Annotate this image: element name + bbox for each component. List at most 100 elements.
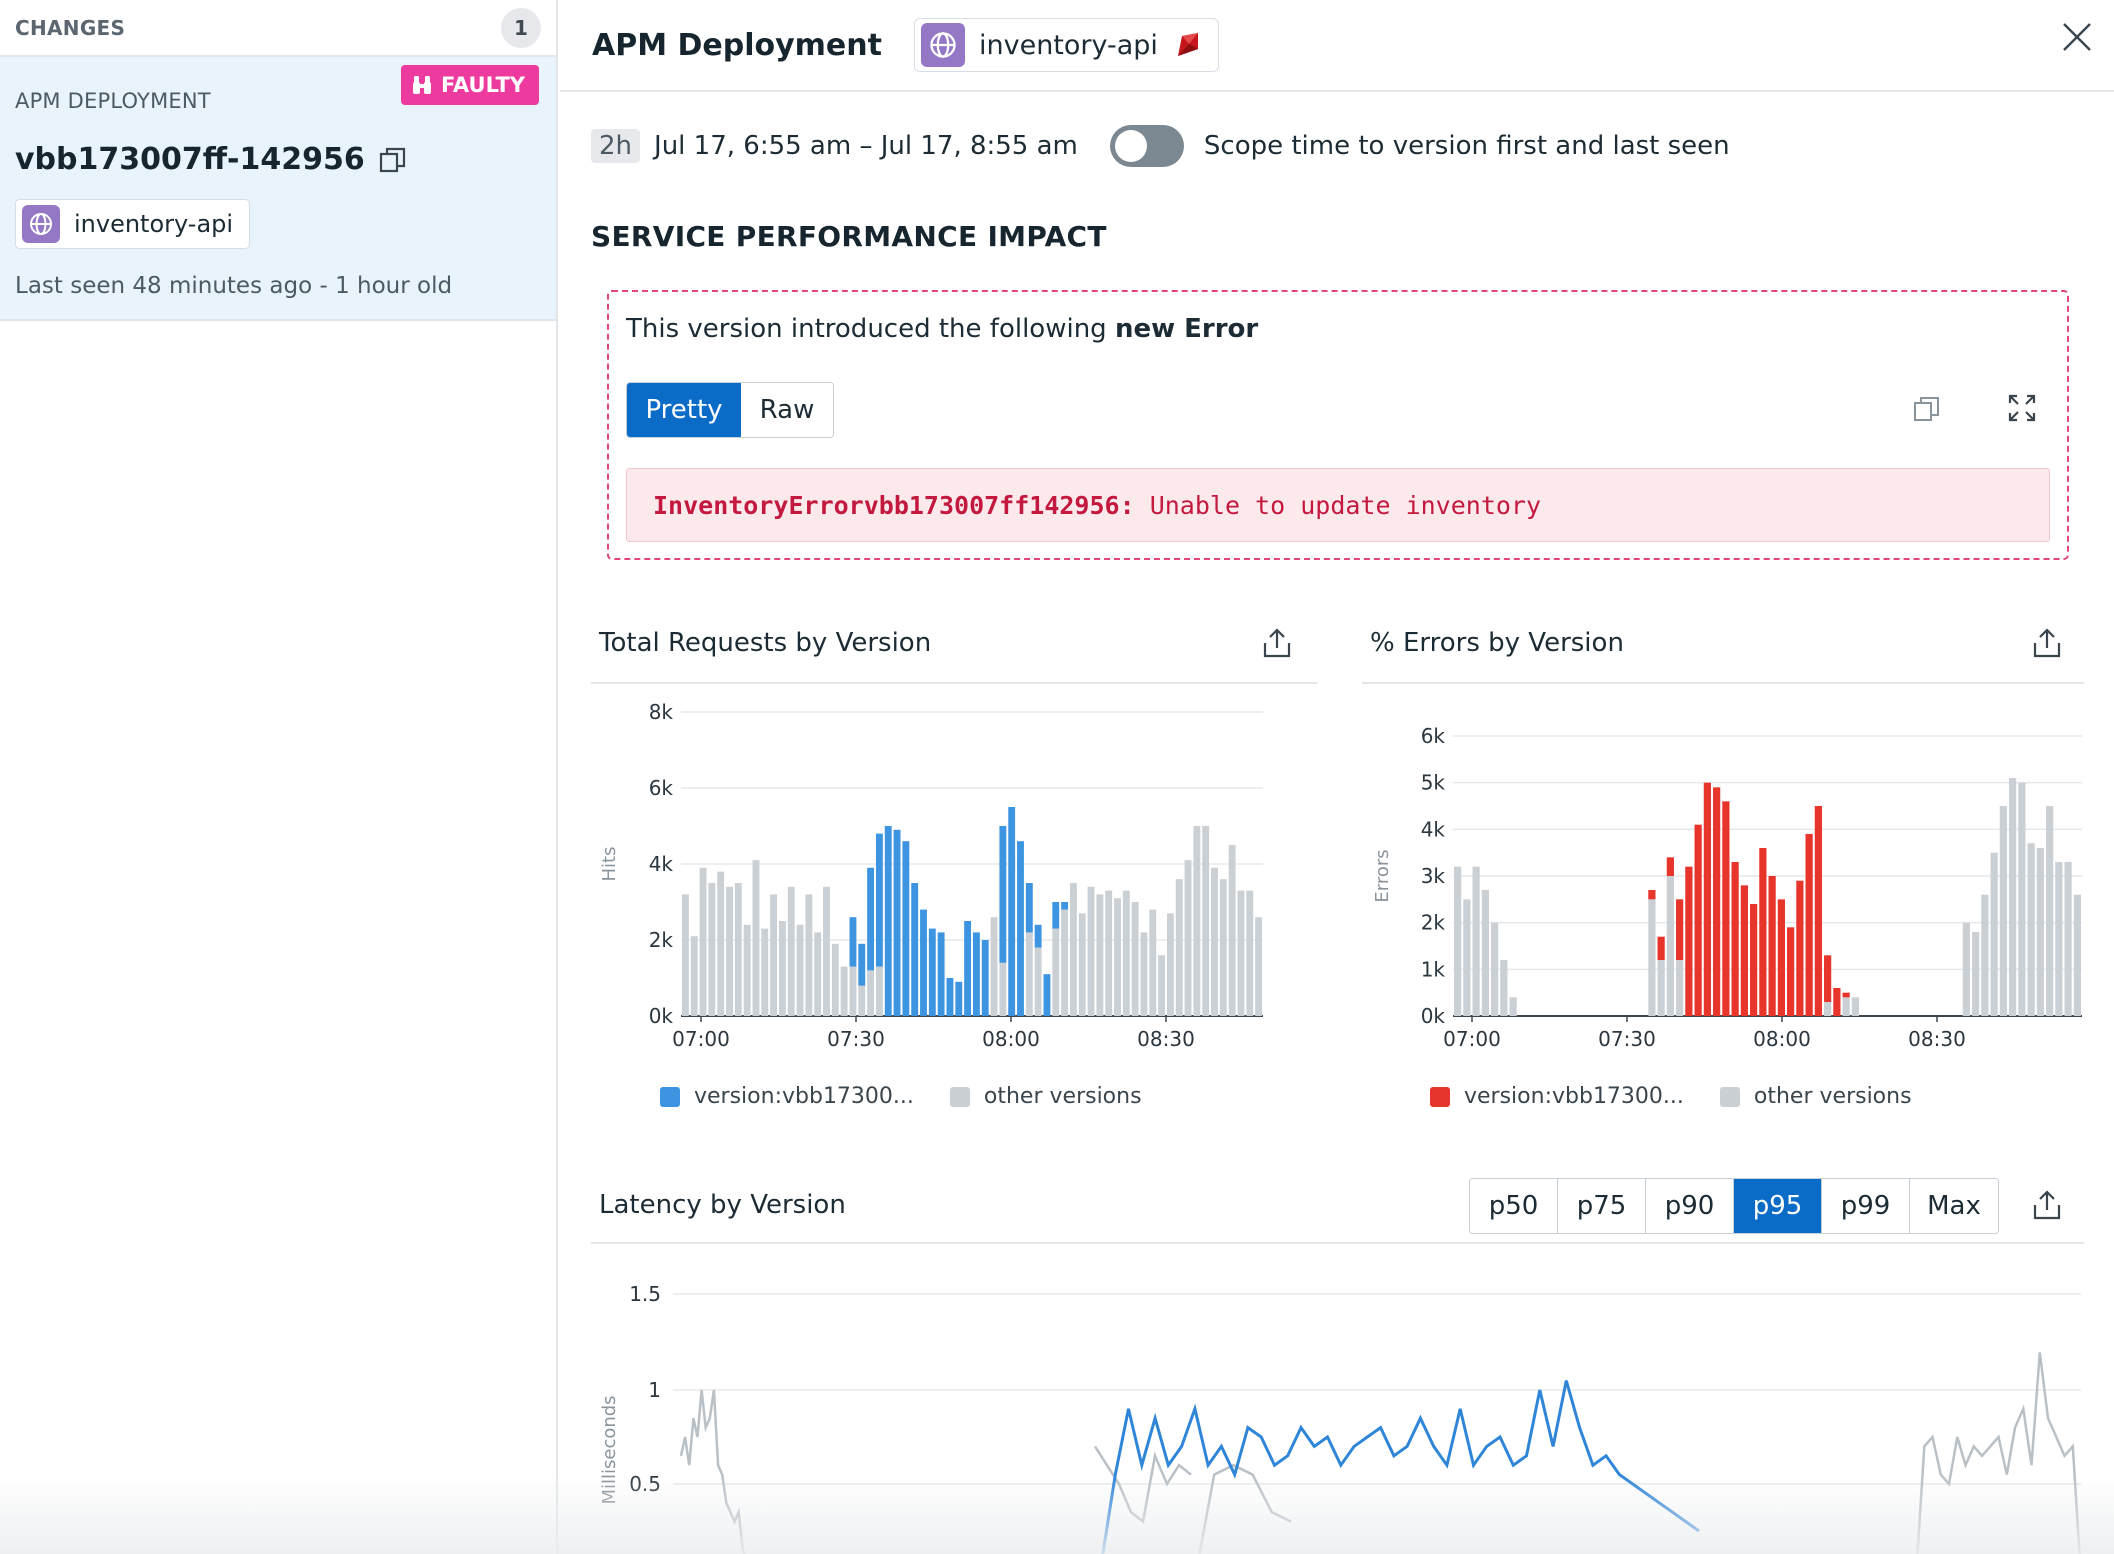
bar-version xyxy=(893,829,901,1016)
bar-version xyxy=(1061,902,1069,910)
binoculars-icon xyxy=(412,76,431,94)
export-icon[interactable] xyxy=(1262,627,1292,659)
tab-pretty[interactable]: Pretty xyxy=(627,383,741,437)
bar-other-versions xyxy=(2036,848,2044,1016)
bar-version xyxy=(858,943,866,986)
legend-swatch xyxy=(660,1086,680,1107)
bar-other-versions xyxy=(761,928,769,1016)
bar-other-versions xyxy=(1237,890,1245,1016)
bar-version xyxy=(955,981,963,1016)
copy-icon[interactable] xyxy=(1913,395,1941,423)
y-tick-label: 0k xyxy=(649,1004,674,1028)
x-tick-label: 07:00 xyxy=(672,1027,730,1051)
bar-other-versions xyxy=(2073,894,2081,1016)
x-tick-label: 08:30 xyxy=(1137,1027,1195,1051)
bar-other-versions xyxy=(1034,947,1042,1016)
legend-label: other versions xyxy=(1753,1084,1912,1109)
bar-other-versions xyxy=(1122,890,1130,1016)
copy-icon[interactable] xyxy=(379,146,407,174)
bar-other-versions xyxy=(717,871,725,1016)
expand-icon[interactable] xyxy=(2007,393,2037,423)
bar-other-versions xyxy=(1166,913,1174,1016)
bar-other-versions xyxy=(681,894,689,1016)
y-axis-label: Milliseconds xyxy=(599,1395,620,1504)
legend-label: version:vbb17300... xyxy=(1464,1084,1684,1109)
bar-version xyxy=(1657,936,1665,960)
bar-other-versions xyxy=(2018,782,2026,1016)
bar-other-versions xyxy=(1078,913,1086,1016)
percentile-p99[interactable]: p99 xyxy=(1822,1179,1910,1233)
requests-divider xyxy=(591,682,1317,684)
bar-version xyxy=(1025,883,1033,933)
bar-version xyxy=(1052,902,1060,929)
percentile-p95[interactable]: p95 xyxy=(1734,1179,1822,1233)
y-tick-label: 1k xyxy=(1421,957,1446,981)
bar-other-versions xyxy=(1999,806,2007,1016)
bar-version xyxy=(999,826,1007,963)
y-axis-label: Errors xyxy=(1372,849,1393,902)
header-service-chip[interactable]: inventory-api xyxy=(913,18,1219,72)
bar-other-versions xyxy=(2046,806,2054,1016)
percentile-p75[interactable]: p75 xyxy=(1558,1179,1646,1233)
x-tick-label: 07:00 xyxy=(1443,1027,1501,1051)
deployment-card[interactable]: APM DEPLOYMENT FAULTY vbb173007ff-142956 xyxy=(0,57,556,321)
bar-other-versions xyxy=(770,894,778,1016)
export-icon[interactable] xyxy=(2032,627,2062,659)
bar-version xyxy=(1740,885,1748,1016)
latency-divider xyxy=(591,1242,2084,1244)
bar-other-versions xyxy=(1193,826,1201,1016)
bar-other-versions xyxy=(1676,960,1684,1016)
bar-other-versions xyxy=(1463,899,1471,1016)
bar-version xyxy=(849,917,857,967)
bar-version xyxy=(1824,955,1832,1002)
header-service-name: inventory-api xyxy=(978,29,1158,61)
bar-other-versions xyxy=(858,985,866,1016)
bar-other-versions xyxy=(1061,909,1069,1016)
bar-other-versions xyxy=(1491,922,1499,1016)
close-icon[interactable] xyxy=(2060,20,2094,54)
bar-other-versions xyxy=(990,917,998,1016)
bar-other-versions xyxy=(1255,917,1263,1016)
time-range-pill[interactable]: 2h xyxy=(591,129,641,163)
legend-item-version[interactable]: version:vbb17300... xyxy=(660,1084,914,1109)
percentile-p90[interactable]: p90 xyxy=(1646,1179,1734,1233)
legend-item-other[interactable]: other versions xyxy=(949,1084,1142,1109)
bar-version xyxy=(1805,834,1813,1016)
bar-other-versions xyxy=(1500,960,1508,1016)
service-chip[interactable]: inventory-api xyxy=(15,199,251,249)
legend-swatch xyxy=(1430,1086,1450,1107)
tab-raw[interactable]: Raw xyxy=(741,383,833,437)
legend-item-version[interactable]: version:vbb17300... xyxy=(1430,1084,1684,1109)
changes-panel: CHANGES 1 APM DEPLOYMENT FAULTY vbb17300… xyxy=(0,0,558,1554)
bar-other-versions xyxy=(1454,866,1462,1016)
bar-other-versions xyxy=(1158,955,1166,1016)
bar-other-versions xyxy=(1202,826,1210,1016)
scope-time-label: Scope time to version first and last see… xyxy=(1203,131,1730,161)
line-other-versions xyxy=(1916,1352,2081,1554)
export-icon[interactable] xyxy=(2032,1189,2062,1221)
errors-legend: version:vbb17300... other versions xyxy=(1430,1084,1934,1109)
percentile-p50[interactable]: p50 xyxy=(1470,1179,1558,1233)
bar-version xyxy=(902,841,910,1016)
percentile-max[interactable]: Max xyxy=(1910,1179,1998,1233)
bar-version xyxy=(1768,876,1776,1016)
legend-item-other[interactable]: other versions xyxy=(1719,1084,1912,1109)
ruby-icon xyxy=(1177,33,1198,56)
bar-version xyxy=(1787,927,1795,1016)
bar-other-versions xyxy=(1666,876,1674,1016)
bar-other-versions xyxy=(1052,928,1060,1016)
errors-chart: 0k 1k 2k 3k 4k 5k 6k Errors 07:00 07:30 08:00 08:30 xyxy=(1372,724,2082,1051)
y-tick-label: 0.5 xyxy=(629,1472,661,1496)
deployment-version: vbb173007ff-142956 xyxy=(15,142,541,177)
scope-time-toggle[interactable] xyxy=(1109,125,1184,167)
bar-version xyxy=(972,932,980,1016)
error-intro-bold: new Error xyxy=(1114,314,1259,344)
time-range-text[interactable]: Jul 17, 6:55 am – Jul 17, 8:55 am xyxy=(654,131,1078,161)
bar-version xyxy=(920,909,927,1016)
bar-other-versions xyxy=(690,936,698,1016)
bar-other-versions xyxy=(831,943,839,1016)
bar-other-versions xyxy=(1096,894,1104,1016)
bar-version xyxy=(1008,807,1016,1016)
bar-other-versions xyxy=(699,867,707,1016)
line-other-versions xyxy=(1198,1463,1292,1554)
